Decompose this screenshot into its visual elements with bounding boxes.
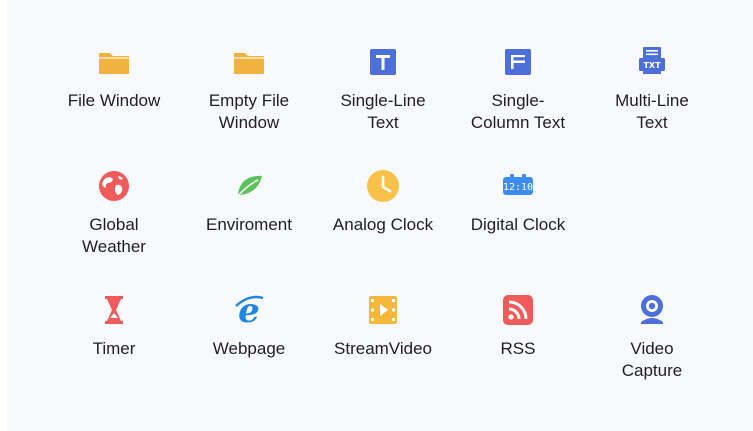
widget-label: Video Capture — [621, 339, 683, 380]
clock-glyph: 12:10 — [503, 182, 533, 193]
widget-file-window[interactable]: File Window — [47, 44, 181, 154]
folder-icon — [96, 44, 132, 80]
widget-panel: File Window Empty File Window Single-Lin… — [7, 0, 753, 431]
widget-single-line-text[interactable]: Single-Line Text — [316, 44, 450, 154]
widget-label: StreamVideo — [334, 339, 432, 358]
widget-analog-clock[interactable]: Analog Clock — [316, 168, 450, 278]
rss-icon — [500, 292, 536, 328]
widget-single-column-text[interactable]: Single- Column Text — [451, 44, 585, 154]
widget-label: Timer — [92, 339, 136, 358]
widget-rss[interactable]: RSS — [451, 292, 585, 402]
widget-digital-clock[interactable]: 12:10 Digital Clock — [451, 168, 585, 278]
widget-timer[interactable]: Timer — [47, 292, 181, 402]
hourglass-icon — [96, 292, 132, 328]
widget-label: Analog Clock — [332, 215, 434, 234]
webcam-icon — [634, 292, 670, 328]
widget-label: Empty File Window — [208, 91, 290, 132]
digital-clock-icon: 12:10 — [500, 168, 536, 204]
widget-label: Digital Clock — [470, 215, 566, 234]
widget-empty-file-window[interactable]: Empty File Window — [182, 44, 316, 154]
video-film-icon — [365, 292, 401, 328]
widget-enviroment[interactable]: Enviroment — [182, 168, 316, 278]
widget-label: Multi-Line Text — [615, 91, 689, 132]
analog-clock-icon — [365, 168, 401, 204]
widget-webpage[interactable]: e Webpage — [182, 292, 316, 402]
single-column-text-icon — [500, 44, 536, 80]
widget-label: Global Weather — [82, 215, 146, 256]
widget-label: Webpage — [212, 339, 286, 358]
widget-video-capture[interactable]: Video Capture — [585, 292, 719, 402]
widget-streamvideo[interactable]: StreamVideo — [316, 292, 450, 402]
widget-label: Single- Column Text — [470, 91, 566, 132]
leaf-icon — [231, 168, 267, 204]
globe-icon — [96, 168, 132, 204]
widget-multi-line-text[interactable]: TXT Multi-Line Text — [585, 44, 719, 154]
widget-label: File Window — [67, 91, 161, 110]
multi-line-text-icon: TXT — [634, 44, 670, 80]
widget-label: Enviroment — [206, 215, 292, 234]
single-line-text-icon — [365, 44, 401, 80]
widget-global-weather[interactable]: Global Weather — [47, 168, 181, 278]
txt-glyph: TXT — [643, 61, 661, 70]
widget-label: RSS — [500, 339, 536, 358]
empty-folder-icon — [231, 44, 267, 80]
browser-e-icon: e — [231, 292, 267, 328]
widget-label: Single-Line Text — [340, 91, 426, 132]
